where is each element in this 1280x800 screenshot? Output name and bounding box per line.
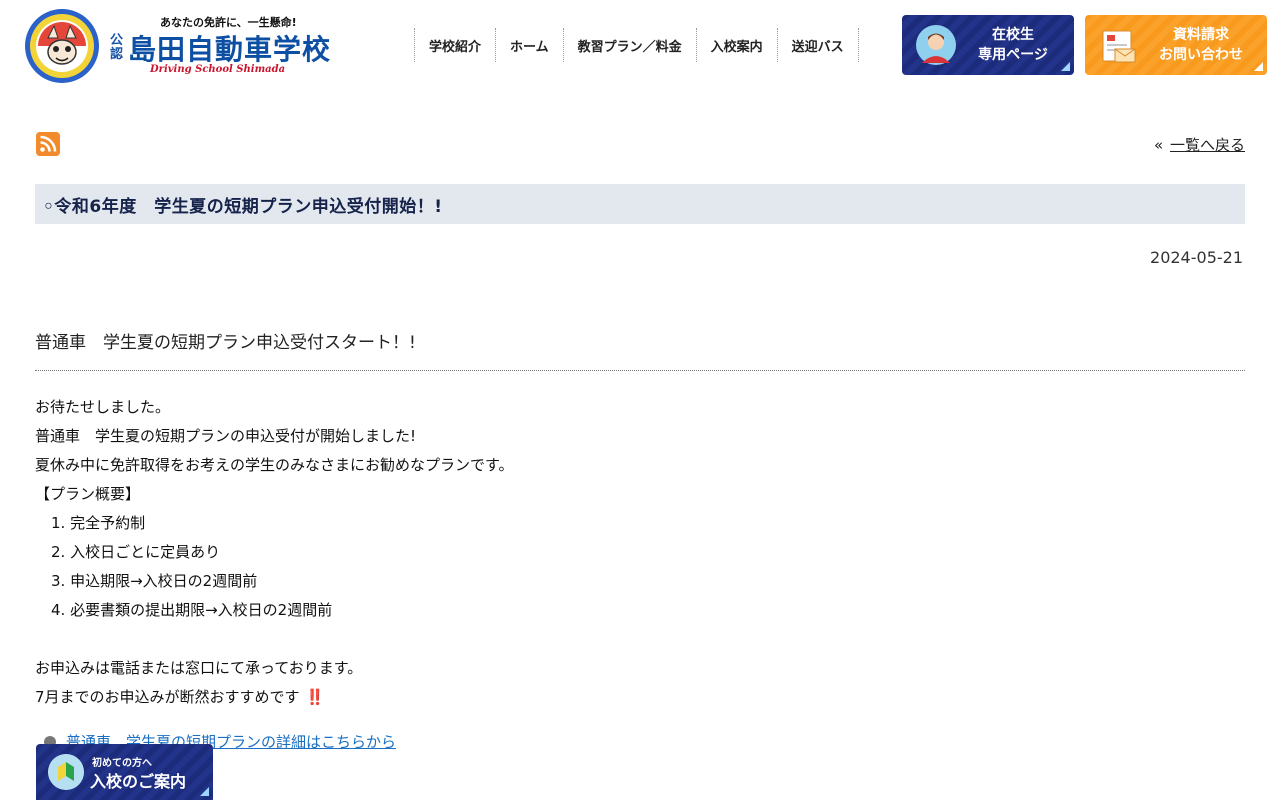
corner-arrow-icon	[200, 787, 209, 796]
corner-arrow-icon	[1254, 62, 1263, 71]
body-line-text: 7月までのお申込みが断然おすすめです	[35, 688, 300, 706]
student-button-line2: 専用ページ	[978, 47, 1048, 63]
post-title: ◦令和6年度 学生夏の短期プラン申込受付開始！!	[43, 196, 443, 217]
document-mail-icon	[1102, 30, 1136, 63]
request-inquiry-button[interactable]: 資料請求 お問い合わせ	[1085, 15, 1267, 75]
admission-guide-floating-button[interactable]: 初めての方へ 入校のご案内	[36, 744, 213, 800]
post-date: 2024-05-21	[1150, 248, 1243, 267]
school-name-en: Driving School Shimada	[150, 64, 286, 75]
beginner-mark-icon	[48, 754, 84, 790]
back-to-list-link[interactable]: 一覧へ戻る	[1170, 136, 1245, 154]
overview-item: 1. 完全予約制	[51, 514, 146, 532]
nav-home[interactable]: ホーム	[496, 28, 564, 62]
overview-item: 3. 申込期限→入校日の2週間前	[51, 572, 258, 590]
logo-certified-label: 公認	[110, 33, 124, 62]
nav-admission[interactable]: 入校案内	[697, 28, 778, 62]
body-line: お申込みは電話または窓口にて承っております。	[35, 659, 363, 677]
back-to-list: « 一覧へ戻る	[1154, 134, 1245, 155]
double-exclamation-icon: ‼️	[305, 688, 325, 706]
body-line: お待たせしました。	[35, 398, 171, 416]
floating-button-subtitle: 初めての方へ	[92, 758, 152, 769]
overview-item: 4. 必要書類の提出期限→入校日の2週間前	[51, 601, 333, 619]
student-button-line1: 在校生	[992, 27, 1034, 43]
back-guillemet: «	[1154, 136, 1164, 154]
post-title-bar: ◦令和6年度 学生夏の短期プラン申込受付開始！!	[35, 184, 1245, 224]
site-header: あなたの免許に、一生懸命! 公認 島田自動車学校 Driving School …	[0, 0, 1280, 90]
floating-button-title: 入校のご案内	[90, 772, 187, 791]
student-page-button[interactable]: 在校生 専用ページ	[902, 15, 1074, 75]
rss-icon[interactable]	[36, 132, 60, 156]
nav-plans-fees[interactable]: 教習プラン／料金	[564, 28, 697, 62]
school-logo[interactable]: あなたの免許に、一生懸命! 公認 島田自動車学校 Driving School …	[24, 8, 354, 83]
body-line: 普通車 学生夏の短期プランの申込受付が開始しました!	[35, 427, 417, 445]
corner-arrow-icon	[1061, 62, 1070, 71]
post-body: お待たせしました。 普通車 学生夏の短期プランの申込受付が開始しました! 夏休み…	[35, 393, 514, 712]
body-line-with-emoji: 7月までのお申込みが断然おすすめです ‼️	[35, 683, 514, 712]
post-subtitle: 普通車 学生夏の短期プラン申込受付スタート！!	[35, 328, 1245, 371]
mascot-emblem-icon	[25, 9, 99, 83]
overview-list: 1. 完全予約制 2. 入校日ごとに定員あり 3. 申込期限→入校日の2週間前 …	[35, 509, 514, 625]
global-nav: 学校紹介 ホーム 教習プラン／料金 入校案内 送迎バス	[414, 28, 859, 62]
overview-heading: 【プラン概要】	[35, 485, 141, 503]
nav-shuttle-bus[interactable]: 送迎バス	[778, 28, 859, 62]
request-button-line1: 資料請求	[1173, 27, 1229, 43]
overview-item: 2. 入校日ごとに定員あり	[51, 543, 221, 561]
student-avatar-icon	[916, 25, 956, 65]
nav-about-school[interactable]: 学校紹介	[415, 28, 497, 62]
body-line: 夏休み中に免許取得をお考えの学生のみなさまにお勧めなプランです。	[35, 456, 514, 474]
request-button-line2: お問い合わせ	[1159, 47, 1243, 63]
school-name: 島田自動車学校	[128, 33, 332, 66]
